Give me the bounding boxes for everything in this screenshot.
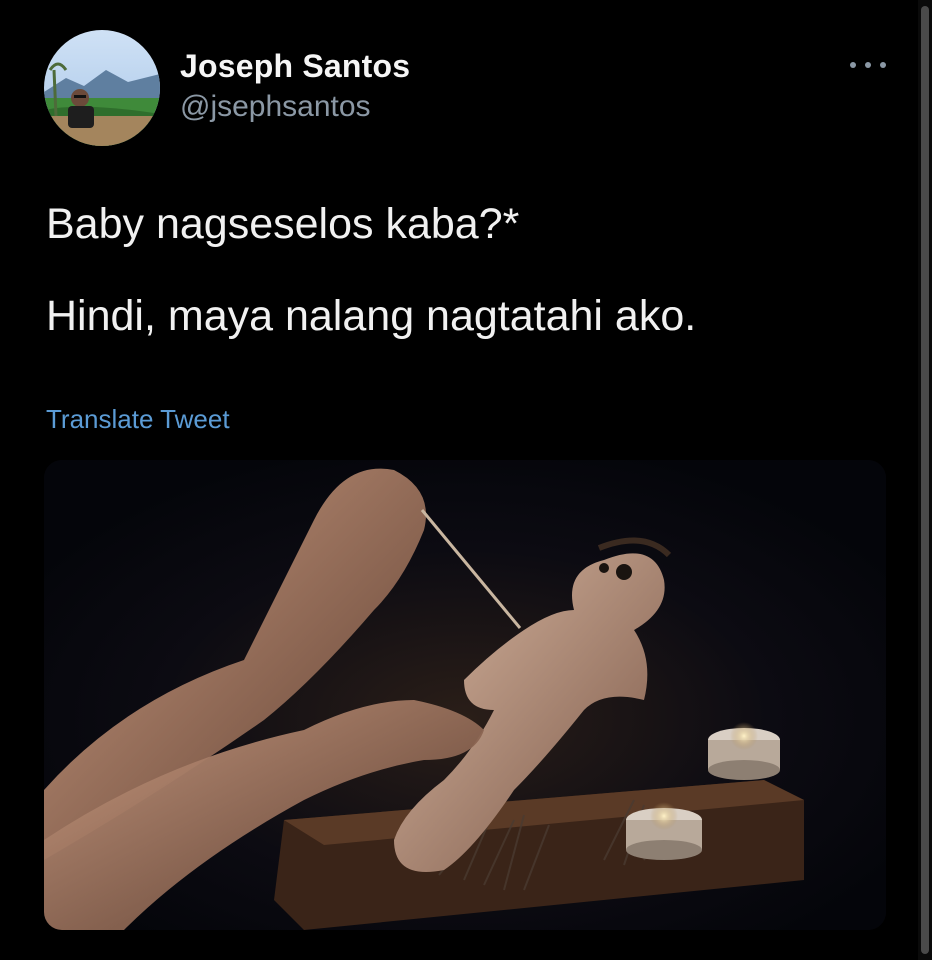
voodoo-doll-photo (44, 460, 886, 930)
translate-tweet-link[interactable]: Translate Tweet (46, 404, 230, 435)
tweet-text-line-2: Hindi, maya nalang nagtatahi ako. (46, 292, 697, 340)
scrollbar-thumb[interactable] (921, 6, 929, 954)
scrollbar-track[interactable] (918, 0, 932, 960)
author-handle[interactable]: @jsephsantos (180, 90, 371, 124)
author-name[interactable]: Joseph Santos (180, 48, 410, 85)
more-horizontal-icon (850, 62, 856, 68)
avatar[interactable] (44, 30, 160, 146)
tweet-text-line-1: Baby nagseselos kaba?* (46, 200, 520, 248)
tweet-media-photo[interactable] (44, 460, 886, 930)
more-options-button[interactable] (848, 50, 888, 80)
tweet: Joseph Santos @jsephsantos Baby nagsesel… (0, 0, 918, 960)
